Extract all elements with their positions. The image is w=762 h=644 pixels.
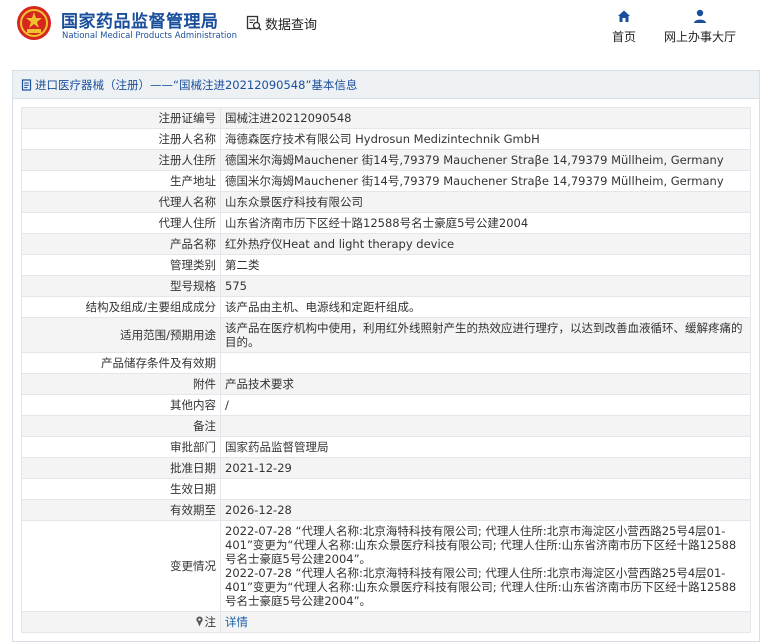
field-label: 附件 — [21, 373, 221, 395]
note-value: 详情 — [220, 611, 751, 633]
field-value: 国械注进20212090548 — [220, 107, 751, 129]
user-icon — [694, 9, 706, 23]
panel-header: 进口医疗器械（注册）——“国械注进20212090548”基本信息 — [13, 71, 759, 99]
table-row: 管理类别 第二类 — [21, 254, 751, 276]
field-label: 产品名称 — [21, 233, 221, 255]
table-row: 产品名称 红外热疗仪Heat and light therapy device — [21, 233, 751, 255]
field-label: 代理人住所 — [21, 212, 221, 234]
field-value: 海德森医疗技术有限公司 Hydrosun Medizintechnik GmbH — [220, 128, 751, 150]
field-value: 国家药品监督管理局 — [220, 436, 751, 458]
field-label: 产品储存条件及有效期 — [21, 352, 221, 374]
site-logo-title: 国家药品监督管理局 — [61, 12, 219, 32]
field-value: 该产品在医疗机构中使用，利用红外线照射产生的热效应进行理疗，以达到改善血液循环、… — [220, 317, 751, 353]
data-query-link[interactable]: 数据查询 — [246, 13, 317, 33]
field-value: 该产品由主机、电源线和定距杆组成。 — [220, 296, 751, 318]
nav-home-label: 首页 — [611, 30, 636, 44]
note-pin-icon — [195, 616, 203, 627]
field-label: 生效日期 — [21, 478, 221, 500]
field-label: 备注 — [21, 415, 221, 437]
nav-home[interactable]: 首页 — [607, 8, 641, 45]
site-logo-subtitle: National Medical Products Administration — [62, 31, 237, 41]
field-value: 山东众景医疗科技有限公司 — [220, 191, 751, 213]
change-entry: 2022-07-28 “代理人名称:北京海特科技有限公司; 代理人住所:北京市海… — [225, 566, 737, 608]
field-value: 德国米尔海姆Mauchener 街14号,79379 Mauchener Str… — [220, 170, 751, 192]
table-row: 有效期至 2026-12-28 — [21, 499, 751, 521]
table-row: 批准日期 2021-12-29 — [21, 457, 751, 479]
change-entry: 2022-07-28 “代理人名称:北京海特科技有限公司; 代理人住所:北京市海… — [225, 524, 737, 566]
table-row: 注册证编号 国械注进20212090548 — [21, 107, 751, 129]
field-label: 注册人名称 — [21, 128, 221, 150]
document-icon — [21, 78, 32, 91]
field-value — [220, 478, 751, 500]
table-row: 其他内容 / — [21, 394, 751, 416]
field-label: 生产地址 — [21, 170, 221, 192]
field-value: 575 — [220, 275, 751, 297]
site-header: 国家药品监督管理局 National Medical Products Admi… — [0, 0, 762, 58]
field-value: / — [220, 394, 751, 416]
table-row: 备注 — [21, 415, 751, 437]
device-info-table: 注册证编号 国械注进20212090548 注册人名称 海德森医疗技术有限公司 Hy… — [21, 107, 751, 633]
home-icon — [618, 10, 630, 22]
table-row: 注册人住所 德国米尔海姆Mauchener 街14号,79379 Mauchene… — [21, 149, 751, 171]
field-value — [220, 352, 751, 374]
table-row: 产品储存条件及有效期 — [21, 352, 751, 374]
panel-title: 进口医疗器械（注册）——“国械注进20212090548”基本信息 — [35, 77, 358, 92]
field-value: 2026-12-28 — [220, 499, 751, 521]
change-history-value: 2022-07-28 “代理人名称:北京海特科技有限公司; 代理人住所:北京市海… — [220, 520, 751, 612]
field-value: 产品技术要求 — [220, 373, 751, 395]
table-row: 附件 产品技术要求 — [21, 373, 751, 395]
data-query-label: 数据查询 — [265, 17, 318, 33]
table-row: 结构及组成/主要组成成分 该产品由主机、电源线和定距杆组成。 — [21, 296, 751, 318]
field-label: 变更情况 — [21, 520, 221, 612]
field-label: 审批部门 — [21, 436, 221, 458]
table-row: 生产地址 德国米尔海姆Mauchener 街14号,79379 Mauchener… — [21, 170, 751, 192]
nav-online-office[interactable]: 网上办事大厅 — [658, 8, 742, 45]
table-row: 代理人名称 山东众景医疗科技有限公司 — [21, 191, 751, 213]
table-row: 适用范围/预期用途 该产品在医疗机构中使用，利用红外线照射产生的热效应进行理疗，以… — [21, 317, 751, 353]
device-info-panel: 进口医疗器械（注册）——“国械注进20212090548”基本信息 注册证编号国… — [12, 70, 760, 642]
field-value: 红外热疗仪Heat and light therapy device — [220, 233, 751, 255]
table-row: 型号规格 575 — [21, 275, 751, 297]
field-label: 适用范围/预期用途 — [21, 317, 221, 353]
field-label: 有效期至 — [21, 499, 221, 521]
table-row: 代理人住所 山东省济南市历下区经十路12588号名士豪庭5号公建2004 — [21, 212, 751, 234]
field-label: 其他内容 — [21, 394, 221, 416]
table-row: 生效日期 — [21, 478, 751, 500]
table-row-note: 注 详情 — [21, 611, 751, 633]
note-label-cell: 注 — [21, 611, 221, 633]
data-search-icon — [246, 15, 262, 31]
note-label: 注 — [204, 615, 217, 629]
field-label: 注册人住所 — [21, 149, 221, 171]
field-value: 第二类 — [220, 254, 751, 276]
national-emblem-icon — [17, 6, 51, 40]
table-row: 注册人名称 海德森医疗技术有限公司 Hydrosun Medizintechnik… — [21, 128, 751, 150]
field-value: 2021-12-29 — [220, 457, 751, 479]
details-link[interactable]: 详情 — [225, 615, 248, 629]
field-value — [220, 415, 751, 437]
table-row-change-history: 变更情况 2022-07-28 “代理人名称:北京海特科技有限公司; 代理人住所… — [21, 520, 751, 612]
field-label: 型号规格 — [21, 275, 221, 297]
field-value: 山东省济南市历下区经十路12588号名士豪庭5号公建2004 — [220, 212, 751, 234]
nav-online-office-label: 网上办事大厅 — [663, 30, 736, 44]
field-label: 代理人名称 — [21, 191, 221, 213]
field-label: 管理类别 — [21, 254, 221, 276]
field-label: 批准日期 — [21, 457, 221, 479]
table-row: 审批部门 国家药品监督管理局 — [21, 436, 751, 458]
field-label: 结构及组成/主要组成成分 — [21, 296, 221, 318]
field-label: 注册证编号 — [21, 107, 221, 129]
field-value: 德国米尔海姆Mauchener 街14号,79379 Mauchener Str… — [220, 149, 751, 171]
